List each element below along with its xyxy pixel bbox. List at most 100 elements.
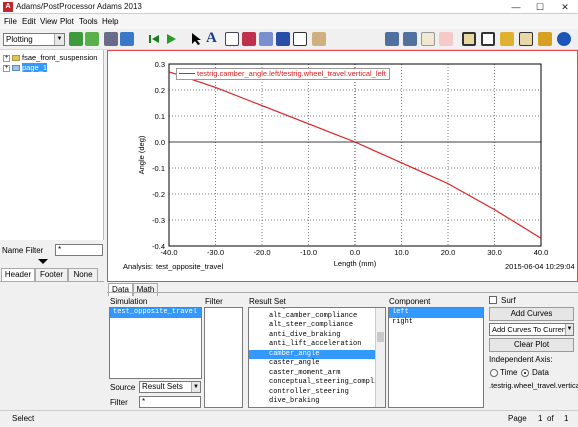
component-list[interactable]: left right <box>388 307 484 408</box>
curve-edit-icon[interactable] <box>242 32 256 46</box>
mode-select[interactable]: Plotting ▼ <box>3 33 65 46</box>
expand-icon[interactable]: + <box>3 64 10 72</box>
tree-item-page[interactable]: + page_1 <box>3 63 48 72</box>
list-item[interactable]: dive_braking <box>249 397 375 407</box>
list-item[interactable]: controller_steering <box>249 388 375 398</box>
statistics-icon[interactable] <box>276 32 290 46</box>
add-curves-button[interactable]: Add Curves <box>489 307 574 321</box>
data-radio[interactable] <box>521 369 529 377</box>
menu-file[interactable]: File <box>4 17 17 26</box>
y-tick-label: -0.2 <box>152 190 165 199</box>
analysis-label: Analysis: <box>123 262 154 271</box>
print-icon[interactable] <box>104 32 118 46</box>
list-item[interactable]: anti_lift_acceleration <box>249 340 375 350</box>
list-item[interactable]: alt_camber_compliance <box>249 312 375 322</box>
page-icon[interactable] <box>421 32 435 46</box>
new-page-icon[interactable] <box>69 32 83 46</box>
export-icon[interactable] <box>538 32 552 46</box>
independent-axis-label: Independent Axis: <box>489 355 553 364</box>
menu-bar: File Edit View Plot Tools Help <box>0 14 578 29</box>
independent-axis-value[interactable]: .testrig.wheel_travel.vertica <box>489 381 578 390</box>
settings-gear-icon[interactable] <box>557 32 571 46</box>
plot-layout-icon[interactable] <box>462 32 476 46</box>
list-item[interactable]: camber_angle <box>249 349 375 359</box>
result-set-list[interactable]: alignment_erroralt_camber_compliancealt_… <box>248 307 386 408</box>
play-icon[interactable] <box>165 33 177 45</box>
plot-legend[interactable]: testrig.camber_angle.left/testrig.wheel_… <box>176 68 390 80</box>
list-item[interactable]: test_opposite_travel <box>110 308 201 318</box>
menu-help[interactable]: Help <box>102 17 118 26</box>
list-item[interactable]: alt_steer_compliance <box>249 321 375 331</box>
filter-list[interactable] <box>204 307 243 408</box>
tab-none[interactable]: None <box>68 268 98 281</box>
mode-select-value: Plotting <box>6 35 33 44</box>
zoom-box-icon[interactable] <box>225 32 239 46</box>
surf-checkbox[interactable] <box>489 296 497 304</box>
list-item[interactable]: conceptual_steering_compliance <box>249 378 385 388</box>
page-total: 1 <box>564 414 569 423</box>
menu-plot[interactable]: Plot <box>60 17 74 26</box>
undo-icon[interactable] <box>120 32 134 46</box>
first-frame-icon[interactable] <box>148 33 160 45</box>
header-panel <box>0 281 104 409</box>
layout-icon[interactable] <box>385 32 399 46</box>
simulation-list[interactable]: test_opposite_travel <box>109 307 202 379</box>
tab-footer[interactable]: Footer <box>35 268 68 281</box>
plot-canvas[interactable]: -40.0 -30.0 -20.0 -10.0 0.0 10.0 20.0 30.0 40.00… <box>108 51 577 281</box>
data-browser: Simulation test_opposite_travel Filter S… <box>107 292 578 410</box>
source-label: Source <box>110 383 136 392</box>
scrollbar-thumb[interactable] <box>377 332 384 342</box>
tab-header[interactable]: Header <box>1 268 35 281</box>
select-arrow-icon[interactable] <box>190 32 203 46</box>
clear-plot-button[interactable]: Clear Plot <box>489 338 574 352</box>
color-icon[interactable] <box>500 32 514 46</box>
fit-icon[interactable] <box>293 32 307 46</box>
math-icon[interactable] <box>259 32 273 46</box>
source-select[interactable]: Result Sets ▼ <box>139 381 201 393</box>
refresh-icon[interactable] <box>85 32 99 46</box>
y-tick-label: -0.1 <box>152 164 165 173</box>
x-tick-label: 20.0 <box>441 248 456 257</box>
of-label: of <box>547 414 554 423</box>
filter2-label: Filter <box>110 398 128 407</box>
minimize-button[interactable]: — <box>506 0 526 14</box>
folder-icon <box>12 55 20 62</box>
time-label: Time <box>500 368 518 377</box>
close-button[interactable]: ✕ <box>555 0 575 14</box>
x-tick-label: -20.0 <box>253 248 270 257</box>
time-radio[interactable] <box>490 369 498 377</box>
tree-view-icon[interactable] <box>519 32 533 46</box>
result-set-scrollbar[interactable] <box>375 308 385 407</box>
name-filter-label: Name Filter <box>2 246 44 255</box>
pan-hand-icon[interactable] <box>312 32 326 46</box>
pdf-icon[interactable] <box>439 32 453 46</box>
list-item[interactable]: caster_angle <box>249 359 375 369</box>
tree-item-model[interactable]: + fsae_front_suspension <box>3 53 97 62</box>
list-item[interactable]: left <box>389 308 483 318</box>
add-curves-mode-select[interactable]: Add Curves To Current ▼ <box>489 323 574 336</box>
x-tick-label: 40.0 <box>534 248 549 257</box>
plot-layout2-icon[interactable] <box>481 32 495 46</box>
name-filter-input[interactable]: * <box>55 244 103 256</box>
list-item[interactable]: right <box>389 318 483 328</box>
menu-tools[interactable]: Tools <box>79 17 98 26</box>
filter2-input[interactable]: * <box>139 396 201 408</box>
plot-window: -40.0 -30.0 -20.0 -10.0 0.0 10.0 20.0 30.0 40.0 0… <box>107 50 578 282</box>
analysis-name: test_opposite_travel <box>156 262 224 271</box>
expand-icon[interactable]: + <box>3 54 10 62</box>
filter-label: Filter <box>205 297 223 306</box>
splitter-arrow-icon[interactable] <box>38 259 48 264</box>
menu-edit[interactable]: Edit <box>22 17 36 26</box>
chevron-down-icon: ▼ <box>191 382 200 392</box>
x-tick-label: -30.0 <box>207 248 224 257</box>
y-axis-label: Angle (deg) <box>137 135 146 174</box>
x-axis-label: Length (mm) <box>334 259 377 268</box>
list-item[interactable]: anti_dive_braking <box>249 331 375 341</box>
list-item[interactable]: caster_moment_arm <box>249 369 375 379</box>
text-icon[interactable]: A <box>206 30 217 47</box>
chevron-down-icon: ▼ <box>54 34 64 45</box>
maximize-button[interactable]: ☐ <box>530 0 550 14</box>
page-nav-icon[interactable] <box>403 32 417 46</box>
menu-view[interactable]: View <box>40 17 57 26</box>
title-bar: A Adams/PostProcessor Adams 2013 — ☐ ✕ <box>0 0 578 14</box>
